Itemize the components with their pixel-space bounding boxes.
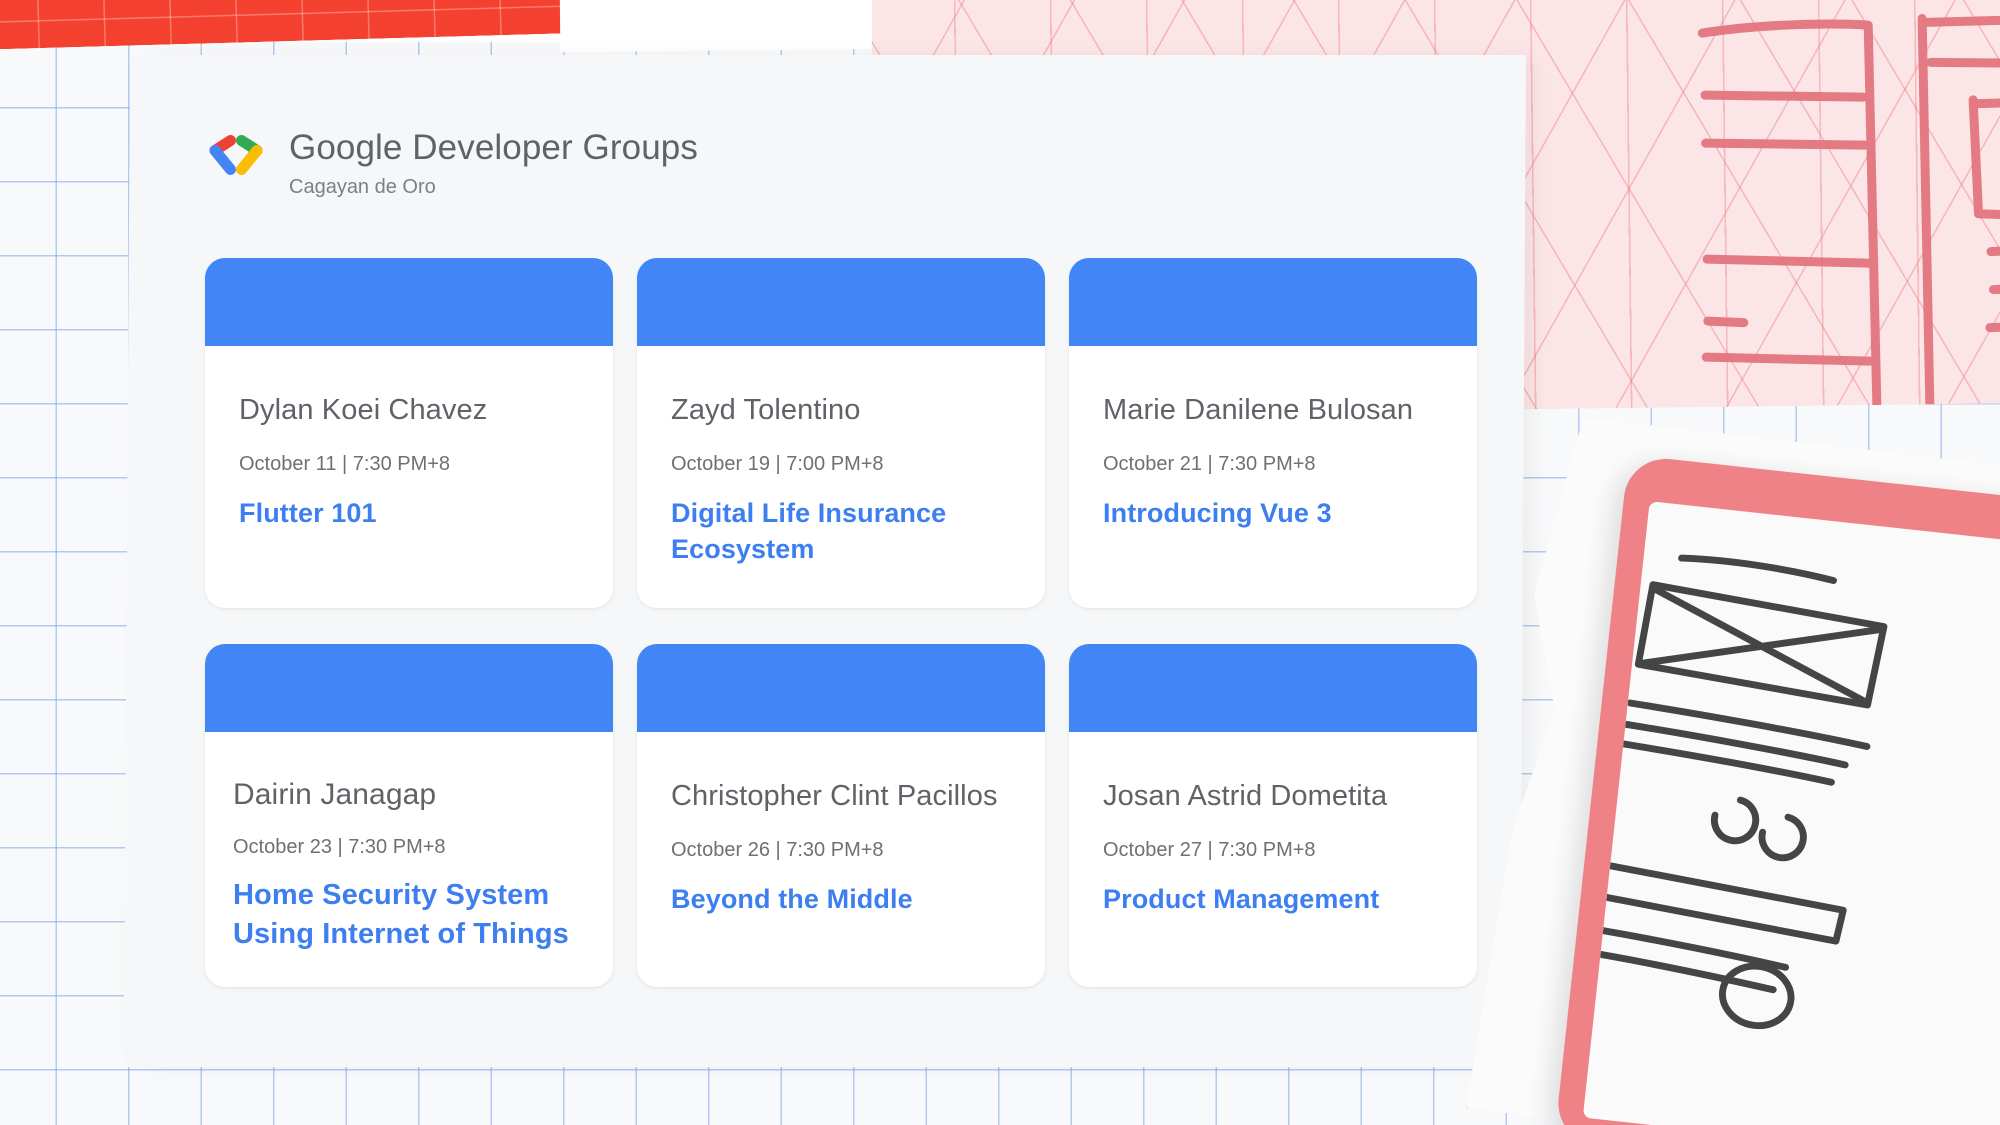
speaker-name: Marie Danilene Bulosan — [1103, 394, 1414, 426]
gdg-chevrons-icon — [209, 135, 263, 175]
chapter-name: Cagayan de Oro — [289, 176, 436, 199]
card-banner — [637, 644, 1045, 732]
card-body: Zayd Tolentino October 19 | 7:00 PM+8 Di… — [637, 346, 1045, 568]
session-topic[interactable]: Digital Life Insurance Ecosystem — [671, 495, 1013, 568]
tablet-screen — [1582, 501, 2000, 1125]
session-topic[interactable]: Product Management — [1103, 881, 1445, 918]
session-card-grid: Dylan Koei Chavez October 11 | 7:30 PM+8… — [205, 258, 1495, 987]
speaker-name: Dairin Janagap — [233, 778, 437, 811]
card-body: Dairin Janagap October 23 | 7:30 PM+8 Ho… — [205, 732, 613, 955]
session-card[interactable]: Christopher Clint Pacillos October 26 | … — [637, 644, 1045, 987]
card-body: Christopher Clint Pacillos October 26 | … — [637, 732, 1045, 917]
session-card[interactable]: Dairin Janagap October 23 | 7:30 PM+8 Ho… — [205, 644, 613, 987]
session-datetime: October 11 | 7:30 PM+8 — [239, 452, 451, 475]
page-title: Google Developer Groups — [289, 128, 698, 167]
card-banner — [637, 258, 1045, 346]
tablet-device — [1554, 454, 2000, 1125]
session-datetime: October 21 | 7:30 PM+8 — [1103, 452, 1316, 475]
session-topic[interactable]: Beyond the Middle — [671, 881, 1013, 918]
speaker-name: Christopher Clint Pacillos — [671, 780, 998, 812]
session-datetime: October 26 | 7:30 PM+8 — [671, 838, 884, 861]
poster-canvas: Google Developer Groups Cagayan de Oro D… — [0, 0, 2000, 1125]
session-topic[interactable]: Home Security System Using Internet of T… — [233, 876, 587, 955]
card-banner — [1069, 644, 1477, 732]
speaker-name: Josan Astrid Dometita — [1103, 780, 1388, 812]
card-banner — [1069, 258, 1477, 346]
session-topic[interactable]: Flutter 101 — [239, 495, 581, 532]
wireframe-sketch-icon — [1582, 554, 1888, 1030]
brand-header: Google Developer Groups Cagayan de Oro — [205, 128, 698, 199]
card-body: Josan Astrid Dometita October 27 | 7:30 … — [1069, 732, 1477, 917]
card-banner — [205, 644, 613, 732]
card-body: Dylan Koei Chavez October 11 | 7:30 PM+8… — [205, 346, 613, 531]
card-body: Marie Danilene Bulosan October 21 | 7:30… — [1069, 346, 1477, 531]
session-card[interactable]: Josan Astrid Dometita October 27 | 7:30 … — [1069, 644, 1477, 987]
session-topic[interactable]: Introducing Vue 3 — [1103, 495, 1445, 532]
speaker-name: Zayd Tolentino — [671, 394, 861, 426]
session-datetime: October 19 | 7:00 PM+8 — [671, 452, 884, 475]
session-datetime: October 27 | 7:30 PM+8 — [1103, 838, 1316, 861]
card-banner — [205, 258, 613, 346]
session-card[interactable]: Zayd Tolentino October 19 | 7:00 PM+8 Di… — [637, 258, 1045, 608]
speaker-name: Dylan Koei Chavez — [239, 394, 488, 426]
session-datetime: October 23 | 7:30 PM+8 — [233, 835, 446, 858]
session-card[interactable]: Marie Danilene Bulosan October 21 | 7:30… — [1069, 258, 1477, 608]
session-card[interactable]: Dylan Koei Chavez October 11 | 7:30 PM+8… — [205, 258, 613, 608]
